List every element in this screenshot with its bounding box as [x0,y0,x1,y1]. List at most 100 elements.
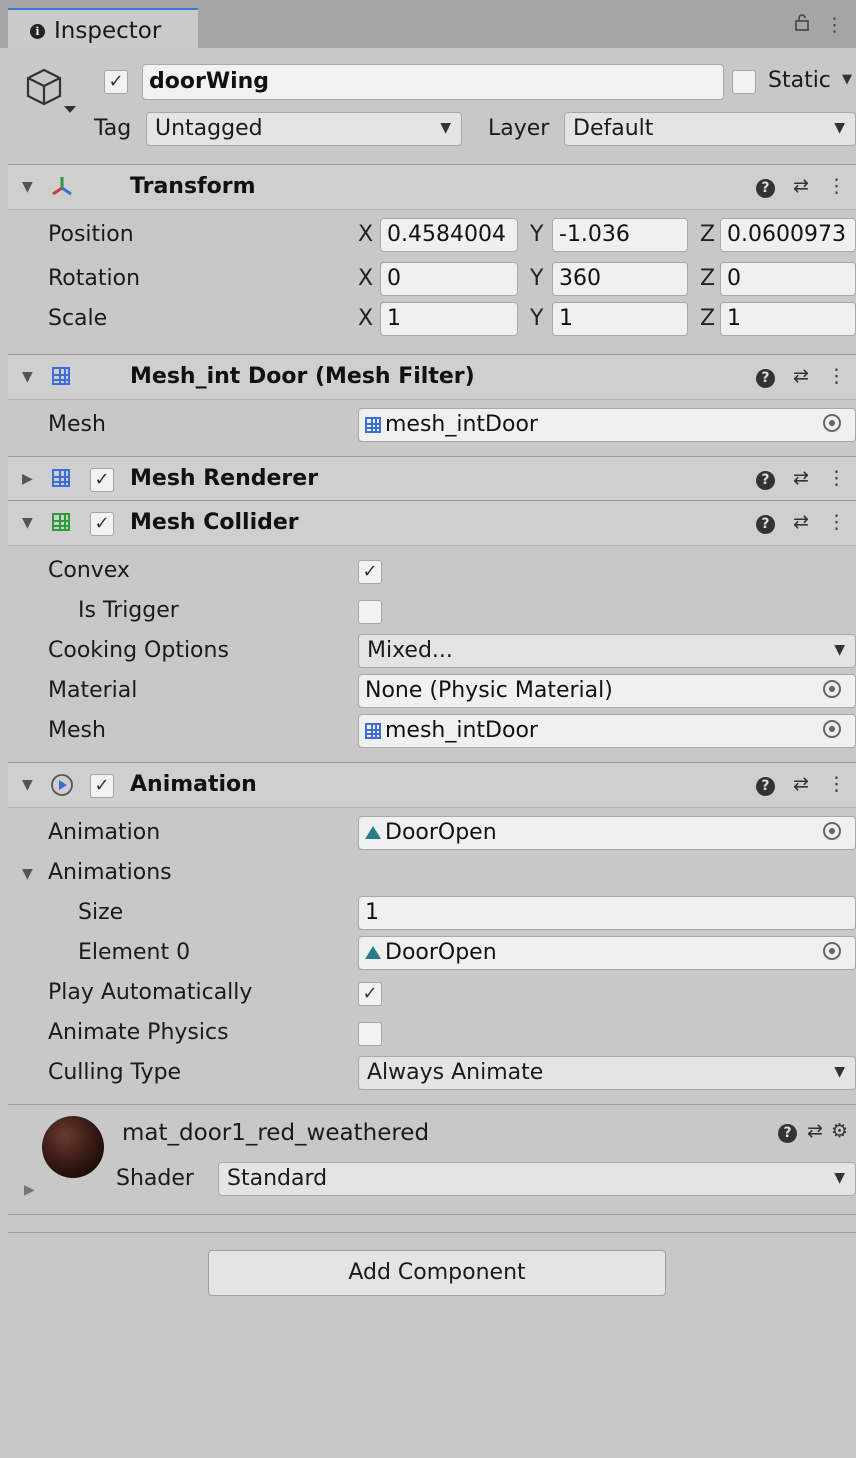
axis-x-label[interactable]: X [358,222,373,247]
play-automatically-label: Play Automatically [48,980,253,1005]
object-picker-icon[interactable] [823,680,841,698]
kebab-menu-icon[interactable]: ⋮ [827,467,846,489]
kebab-menu-icon[interactable]: ⋮ [827,511,846,533]
component-actions: ? ⇄ ⋮ [744,511,846,534]
layer-label: Layer [488,116,550,141]
mesh-renderer-enabled-checkbox[interactable]: ✓ [90,468,114,492]
culling-type-dropdown[interactable]: Always Animate ▼ [358,1056,856,1090]
mesh-icon [365,723,381,739]
size-input[interactable]: 1 [358,896,856,930]
animate-physics-checkbox[interactable] [358,1022,382,1046]
rotation-z-input[interactable]: 0 [720,262,856,296]
add-component-button[interactable]: Add Component [208,1250,666,1296]
presets-icon[interactable]: ⇄ [793,175,809,197]
scale-y-input[interactable]: 1 [552,302,688,336]
gameobject-icon[interactable] [24,66,76,114]
scale-z-input[interactable]: 1 [720,302,856,336]
position-y-input[interactable]: -1.036 [552,218,688,252]
animation-clip-field[interactable]: DoorOpen [358,816,856,850]
help-icon[interactable]: ? [755,515,775,534]
foldout-closed-icon[interactable]: ▶ [22,471,33,487]
axis-y-label[interactable]: Y [530,306,543,331]
foldout-open-icon[interactable]: ▼ [22,777,33,793]
axis-x-label[interactable]: X [358,266,373,291]
mesh-collider-enabled-checkbox[interactable]: ✓ [90,512,114,536]
component-actions: ? ⇄ ⋮ [744,773,846,796]
help-icon[interactable]: ? [755,471,775,490]
foldout-open-icon[interactable]: ▼ [22,179,33,195]
scale-x-input[interactable]: 1 [380,302,518,336]
divider [8,1214,856,1215]
axis-z-label[interactable]: Z [700,306,715,331]
mesh-collider-header[interactable]: ▼ ✓ Mesh Collider ? ⇄ ⋮ [8,500,856,546]
help-icon[interactable]: ? [755,777,775,796]
is-trigger-checkbox[interactable] [358,600,382,624]
mesh-filter-header[interactable]: ▼ Mesh_int Door (Mesh Filter) ? ⇄ ⋮ [8,354,856,400]
convex-checkbox[interactable]: ✓ [358,560,382,584]
kebab-menu-icon[interactable]: ⋮ [827,773,846,795]
axis-z-label[interactable]: Z [700,266,715,291]
axis-z-label[interactable]: Z [700,222,715,247]
foldout-open-icon[interactable]: ▼ [22,369,33,385]
presets-icon[interactable]: ⇄ [793,365,809,387]
help-icon[interactable]: ? [778,1124,797,1143]
mesh-icon [365,417,381,433]
size-label: Size [78,900,124,925]
kebab-menu-icon[interactable]: ⋮ [825,14,844,36]
foldout-open-icon[interactable]: ▼ [22,866,33,882]
static-dropdown-icon[interactable]: ▼ [842,72,852,87]
axis-y-label[interactable]: Y [530,222,543,247]
chevron-down-icon: ▼ [440,120,451,136]
kebab-menu-icon[interactable]: ⋮ [827,365,846,387]
tab-inspector[interactable]: i Inspector [8,8,198,48]
tag-dropdown[interactable]: Untagged ▼ [146,112,462,146]
chevron-down-icon: ▼ [834,1064,845,1080]
static-checkbox[interactable] [732,70,756,94]
axis-x-label[interactable]: X [358,306,373,331]
foldout-open-icon[interactable]: ▼ [22,515,33,531]
presets-icon[interactable]: ⇄ [793,511,809,533]
transform-header[interactable]: ▼ Transform ? ⇄ ⋮ [8,164,856,210]
presets-icon[interactable]: ⇄ [807,1120,823,1142]
help-icon[interactable]: ? [755,369,775,388]
animation-enabled-checkbox[interactable]: ✓ [90,774,114,798]
object-picker-icon[interactable] [823,942,841,960]
active-checkbox[interactable]: ✓ [104,70,128,94]
foldout-closed-icon[interactable]: ▶ [24,1182,35,1198]
play-automatically-checkbox[interactable]: ✓ [358,982,382,1006]
animations-label[interactable]: Animations [48,860,172,885]
static-label[interactable]: Static [768,68,831,93]
gear-icon[interactable]: ⚙ [831,1120,848,1142]
culling-type-value: Always Animate [367,1060,544,1085]
gameobject-name-input[interactable]: doorWing [142,64,724,100]
rotation-y-input[interactable]: 360 [552,262,688,296]
collider-mesh-field[interactable]: mesh_intDoor [358,714,856,748]
object-picker-icon[interactable] [823,720,841,738]
object-picker-icon[interactable] [823,414,841,432]
cooking-options-dropdown[interactable]: Mixed... ▼ [358,634,856,668]
presets-icon[interactable]: ⇄ [793,467,809,489]
animation-header[interactable]: ▼ ✓ Animation ? ⇄ ⋮ [8,762,856,808]
mesh-renderer-header[interactable]: ▶ ✓ Mesh Renderer ? ⇄ ⋮ [8,456,856,502]
rotation-x-input[interactable]: 0 [380,262,518,296]
presets-icon[interactable]: ⇄ [793,773,809,795]
position-z-input[interactable]: 0.0600973 [720,218,856,252]
tab-inspector-label: Inspector [54,18,162,44]
mesh-object-field[interactable]: mesh_intDoor [358,408,856,442]
shader-dropdown[interactable]: Standard ▼ [218,1162,856,1196]
chevron-down-icon: ▼ [834,120,845,136]
cooking-options-label: Cooking Options [48,638,229,663]
element0-field[interactable]: DoorOpen [358,936,856,970]
animation-clip-icon [365,826,381,839]
material-preview-sphere[interactable] [42,1116,104,1178]
physic-material-field[interactable]: None (Physic Material) [358,674,856,708]
chevron-down-icon [64,106,76,113]
position-x-input[interactable]: 0.4584004 [380,218,518,252]
object-picker-icon[interactable] [823,822,841,840]
axis-y-label[interactable]: Y [530,266,543,291]
lock-icon[interactable] [793,14,817,36]
kebab-menu-icon[interactable]: ⋮ [827,175,846,197]
layer-value: Default [573,116,654,141]
layer-dropdown[interactable]: Default ▼ [564,112,856,146]
help-icon[interactable]: ? [755,179,775,198]
